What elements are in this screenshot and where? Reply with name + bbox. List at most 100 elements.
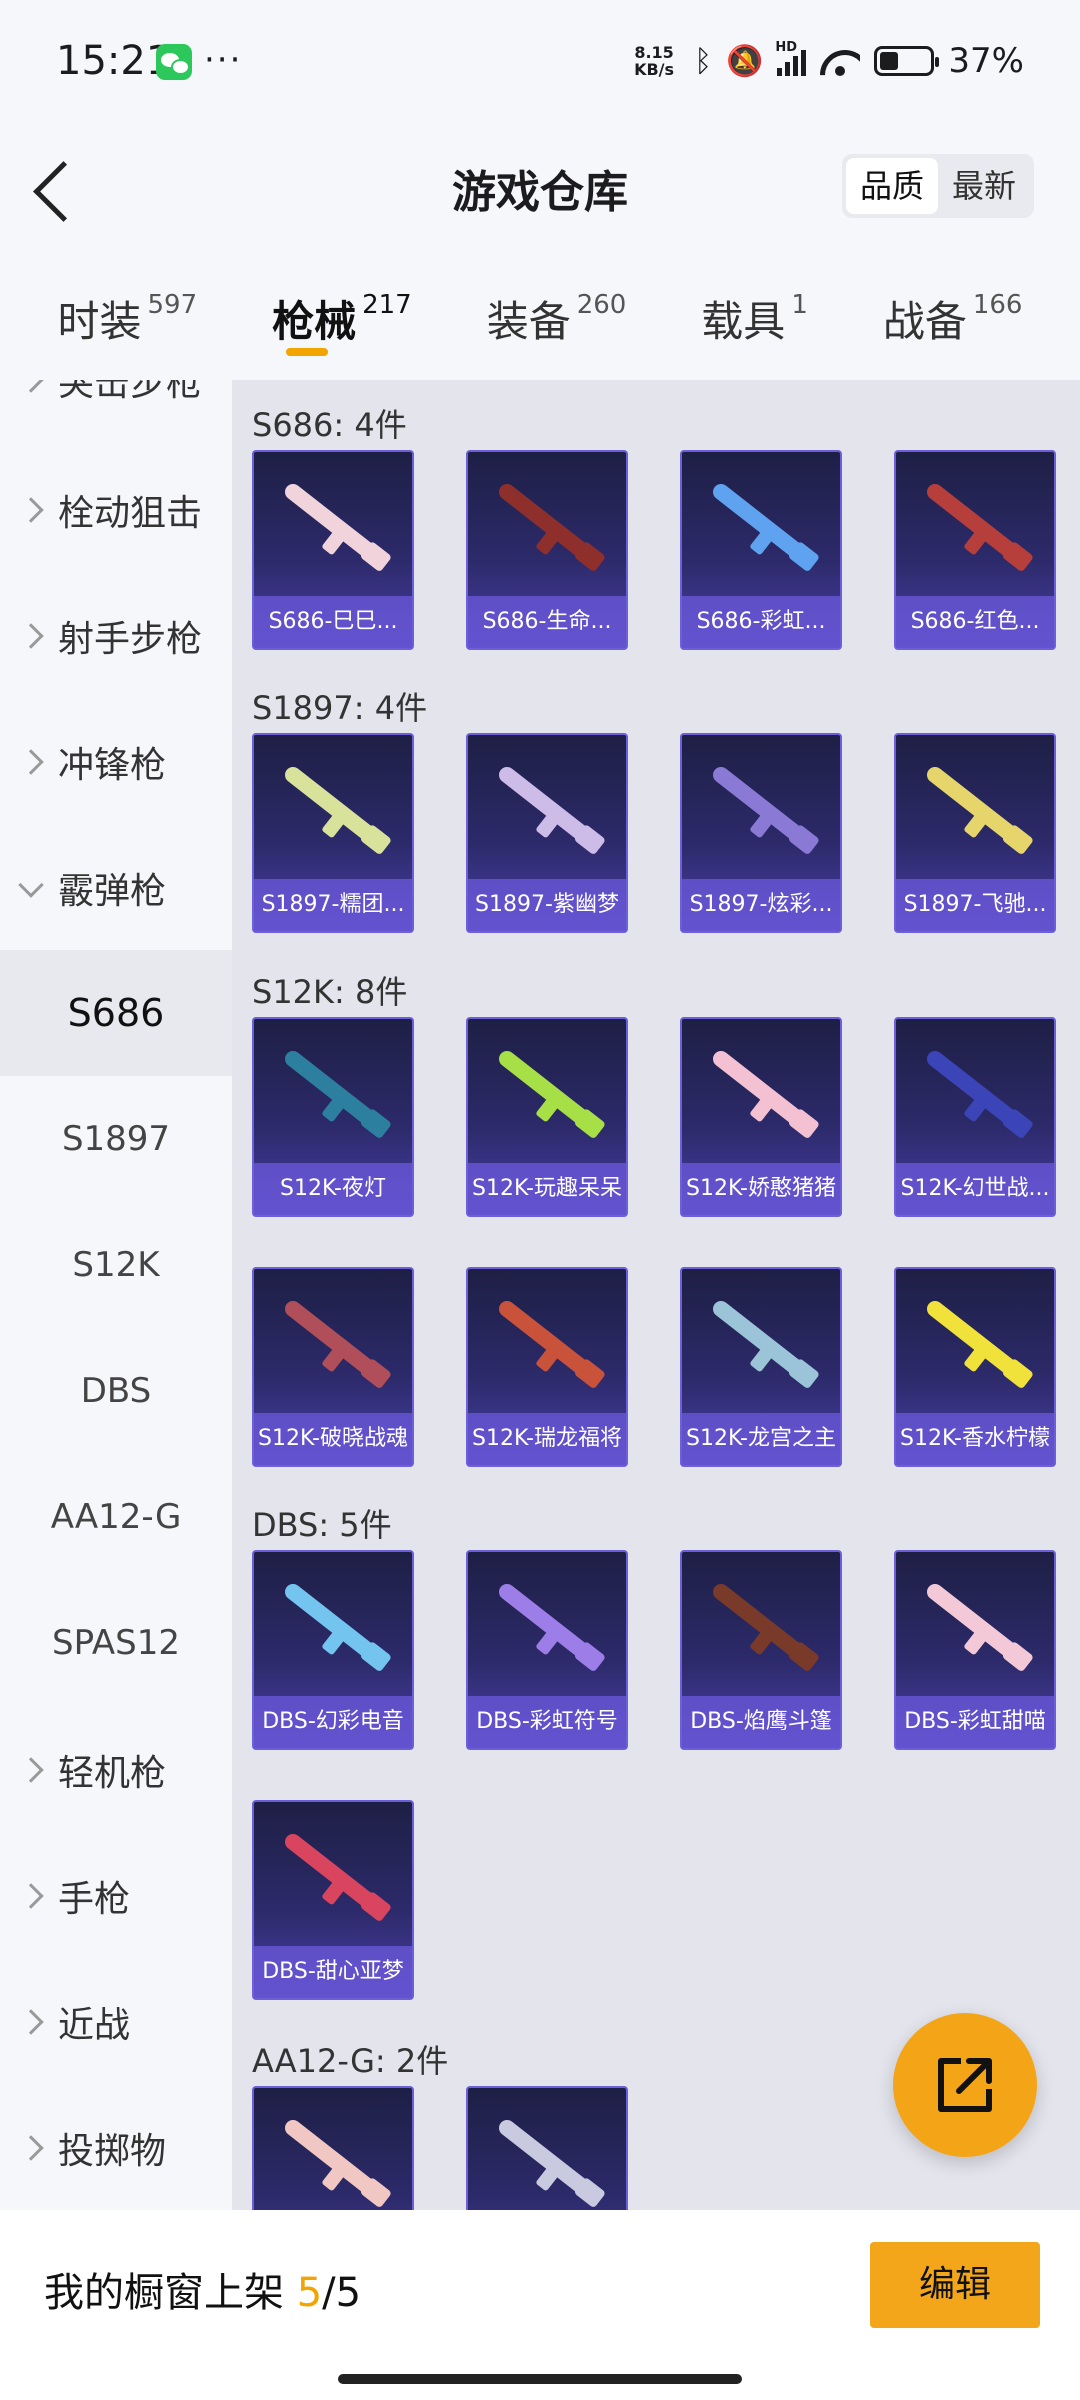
weapon-skin-card[interactable]: S686-彩虹... <box>680 450 842 650</box>
weapon-skin-image <box>468 735 626 885</box>
weapon-skin-image <box>468 1269 626 1419</box>
weapon-skin-card[interactable]: S12K-破晓战魂 <box>252 1267 414 1467</box>
section-title: S1897: 4件 <box>252 689 428 727</box>
weapon-skin-graphic <box>281 763 387 851</box>
sidebar-sub-s686[interactable]: S686 <box>0 950 232 1076</box>
weapon-skin-graphic <box>495 763 601 851</box>
weapon-category-sidebar: 突击步枪 栓动狙击 射手步枪 冲锋枪 霰弹枪 S686 S1897 S12K D… <box>0 380 232 2210</box>
weapon-skin-name: S12K-娇憨猪猪 <box>682 1163 840 1215</box>
weapon-skin-graphic <box>495 1047 601 1135</box>
weapon-skin-image <box>682 1269 840 1419</box>
weapon-skin-name: S686-彩虹... <box>682 596 840 648</box>
sidebar-item-shotgun[interactable]: 霰弹枪 <box>0 848 232 928</box>
weapon-skin-graphic <box>923 480 1029 568</box>
weapon-skin-graphic <box>281 2116 387 2204</box>
sidebar-item-lmg[interactable]: 轻机枪 <box>0 1730 232 1810</box>
edit-button[interactable]: 编辑 <box>870 2242 1040 2328</box>
section-title: S686: 4件 <box>252 406 407 444</box>
sidebar-item-marksman-rifle[interactable]: 射手步枪 <box>0 596 232 676</box>
weapon-skin-card[interactable]: DBS-焰鹰斗篷 <box>680 1550 842 1750</box>
tab-firearms[interactable]: 枪械 217 <box>272 270 412 360</box>
weapon-skin-image <box>254 1802 412 1952</box>
weapon-skin-name: S686-巳巳... <box>254 596 412 648</box>
weapon-skin-name: S1897-糯团... <box>254 879 412 931</box>
weapon-skin-card[interactable]: S1897-炫彩... <box>680 733 842 933</box>
chevron-right-icon <box>18 497 44 523</box>
sidebar-item-smg[interactable]: 冲锋枪 <box>0 722 232 802</box>
battery-percent: 37% <box>948 41 1024 81</box>
sort-quality-button[interactable]: 品质 <box>845 158 938 214</box>
sidebar-item-melee[interactable]: 近战 <box>0 1982 232 2062</box>
status-icons: 8.15 KB/s ᛒ 🔕 HD 37% <box>628 36 1024 86</box>
weapon-skin-card[interactable]: S686-巳巳... <box>252 450 414 650</box>
weapon-skin-graphic <box>495 480 601 568</box>
weapon-skin-card[interactable]: DBS-彩虹甜喵 <box>894 1550 1056 1750</box>
weapon-skin-graphic <box>923 1047 1029 1135</box>
weapon-skin-card[interactable]: S12K-幻世战... <box>894 1017 1056 1217</box>
sidebar-item-assault-rifle[interactable]: 突击步枪 <box>0 380 232 420</box>
status-time: 15:21 <box>56 38 172 84</box>
weapon-skin-card[interactable]: S1897-飞驰... <box>894 733 1056 933</box>
cellular-signal-icon: HD <box>775 40 807 76</box>
weapon-skin-card[interactable]: S12K-玩趣呆呆 <box>466 1017 628 1217</box>
bluetooth-icon: ᛒ <box>694 43 713 79</box>
weapon-skin-image <box>896 735 1054 885</box>
weapon-skin-card[interactable]: DBS-甜心亚梦 <box>252 1800 414 2000</box>
share-button[interactable] <box>893 2013 1037 2157</box>
weapon-skin-name: S12K-夜灯 <box>254 1163 412 1215</box>
tab-supplies[interactable]: 战备 166 <box>883 270 1023 360</box>
weapon-skin-image <box>468 1552 626 1702</box>
weapon-skin-card[interactable]: S1897-紫幽梦 <box>466 733 628 933</box>
weapon-skin-card[interactable] <box>252 2086 414 2210</box>
share-icon <box>938 2058 992 2112</box>
weapon-skin-graphic <box>709 1580 815 1668</box>
home-indicator[interactable] <box>338 2374 742 2384</box>
sidebar-sub-dbs[interactable]: DBS <box>0 1328 232 1454</box>
sidebar-sub-spas12[interactable]: SPAS12 <box>0 1580 232 1706</box>
sort-latest-button[interactable]: 最新 <box>938 158 1030 214</box>
weapon-skin-image <box>896 1019 1054 1169</box>
wechat-icon <box>156 44 192 80</box>
weapon-skin-image <box>254 735 412 885</box>
sidebar-sub-s1897[interactable]: S1897 <box>0 1076 232 1202</box>
weapon-skin-image <box>896 452 1054 602</box>
weapon-skin-name: DBS-焰鹰斗篷 <box>682 1696 840 1748</box>
weapon-skin-image <box>682 1552 840 1702</box>
weapon-skin-card[interactable]: S1897-糯团... <box>252 733 414 933</box>
weapon-skin-graphic <box>923 1297 1029 1385</box>
battery-icon <box>874 46 940 76</box>
weapon-skin-card[interactable] <box>466 2086 628 2210</box>
weapon-skin-graphic <box>923 1580 1029 1668</box>
weapon-skin-card[interactable]: S12K-娇憨猪猪 <box>680 1017 842 1217</box>
sidebar-sub-s12k[interactable]: S12K <box>0 1202 232 1328</box>
tab-vehicles[interactable]: 载具 1 <box>701 270 808 360</box>
weapon-skin-graphic <box>709 1047 815 1135</box>
sort-toggle: 品质 最新 <box>841 154 1034 218</box>
weapon-skin-card[interactable]: DBS-幻彩电音 <box>252 1550 414 1750</box>
weapon-skin-card[interactable]: S12K-龙宫之主 <box>680 1267 842 1467</box>
section-title: S12K: 8件 <box>252 973 408 1011</box>
weapon-skin-graphic <box>495 1580 601 1668</box>
tab-fashion[interactable]: 时装 597 <box>57 270 197 360</box>
weapon-skin-card[interactable]: S12K-香水柠檬 <box>894 1267 1056 1467</box>
weapon-skin-card[interactable]: S12K-瑞龙福将 <box>466 1267 628 1467</box>
weapon-skin-card[interactable]: S686-生命... <box>466 450 628 650</box>
sidebar-sub-aa12g[interactable]: AA12-G <box>0 1454 232 1580</box>
weapon-skin-card[interactable]: S12K-夜灯 <box>252 1017 414 1217</box>
weapon-skin-name: S1897-飞驰... <box>896 879 1054 931</box>
weapon-skin-graphic <box>709 480 815 568</box>
more-notifications-icon: ··· <box>204 40 243 80</box>
weapon-skin-graphic <box>281 1830 387 1918</box>
sidebar-item-throwables[interactable]: 投掷物 <box>0 2108 232 2188</box>
weapon-skin-image <box>254 1019 412 1169</box>
weapon-skin-name: S12K-香水柠檬 <box>896 1413 1054 1465</box>
sidebar-item-pistol[interactable]: 手枪 <box>0 1856 232 1936</box>
weapon-skin-card[interactable]: S686-红色... <box>894 450 1056 650</box>
sidebar-item-bolt-sniper[interactable]: 栓动狙击 <box>0 470 232 550</box>
tab-equipment[interactable]: 装备 260 <box>487 270 627 360</box>
showcase-status: 我的橱窗上架 5/5 <box>44 2270 362 2316</box>
weapon-skin-name: S12K-玩趣呆呆 <box>468 1163 626 1215</box>
skin-grid: S686: 4件 S686-巳巳... S686-生命... S686-彩虹... S6… <box>232 380 1080 2210</box>
weapon-skin-card[interactable]: DBS-彩虹符号 <box>466 1550 628 1750</box>
weapon-skin-graphic <box>281 1297 387 1385</box>
